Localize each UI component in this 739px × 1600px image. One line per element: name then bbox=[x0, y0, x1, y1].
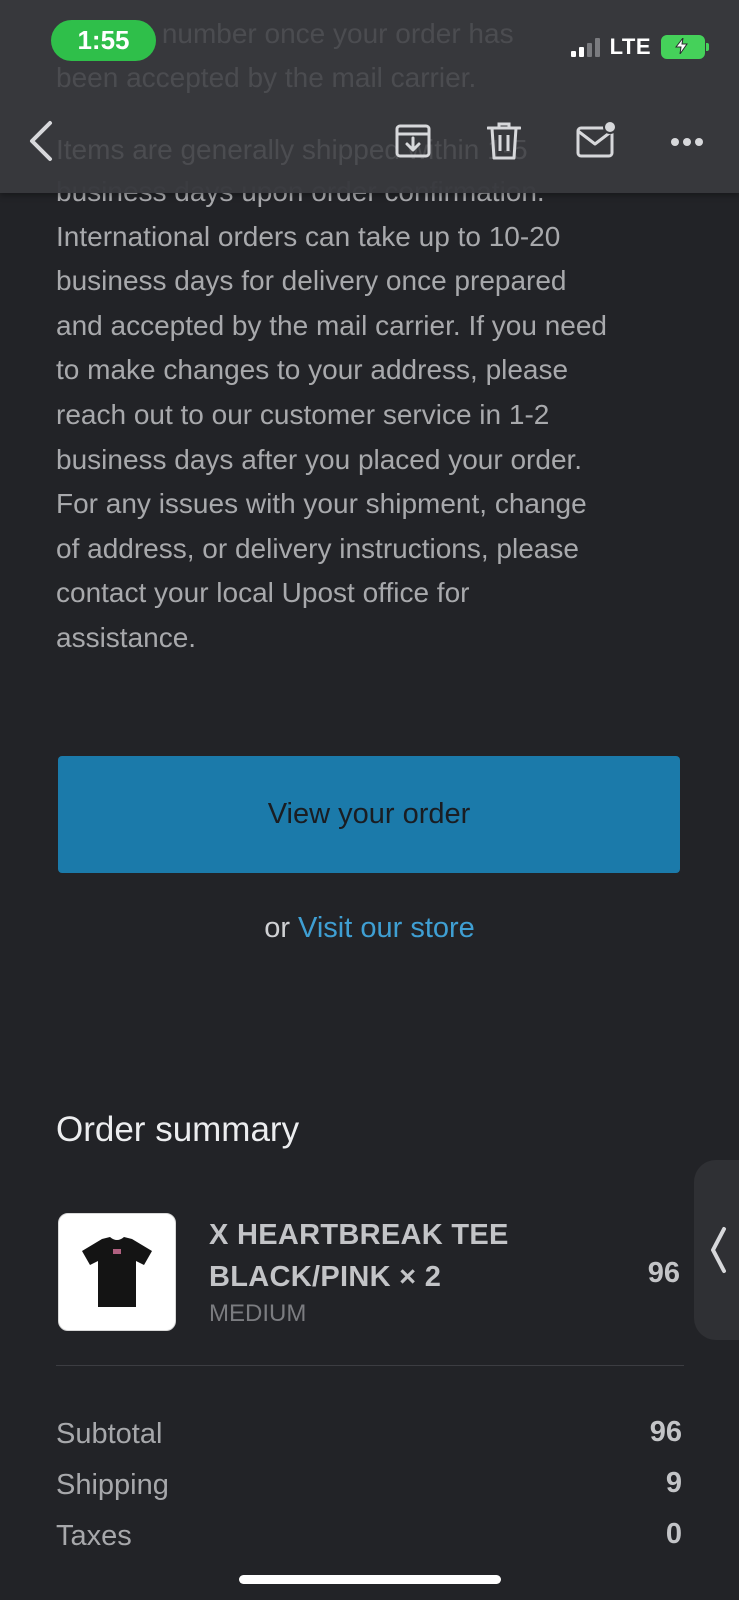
body-line: and accepted by the mail carrier. If you… bbox=[56, 309, 607, 341]
archive-icon[interactable] bbox=[395, 123, 431, 164]
body-line: business days for delivery once prepared bbox=[56, 265, 567, 297]
divider bbox=[56, 1365, 684, 1366]
subtotal-value: 96 bbox=[649, 1416, 682, 1448]
body-line: business days after you placed your orde… bbox=[56, 443, 583, 475]
product-name-line: BLACK/PINK × 2 bbox=[209, 1261, 442, 1293]
side-panel-handle[interactable] bbox=[694, 1160, 739, 1340]
mark-unread-icon[interactable] bbox=[576, 120, 618, 165]
order-summary-heading: Order summary bbox=[56, 1110, 300, 1149]
product-name-line: X HEARTBREAK TEE bbox=[209, 1219, 509, 1251]
battery-charging-icon bbox=[661, 35, 709, 59]
or-text: or bbox=[264, 912, 290, 944]
status-time: 1:55 bbox=[51, 20, 156, 61]
taxes-label: Taxes bbox=[56, 1520, 132, 1552]
top-navigation-bar: tracking number once your order has been… bbox=[0, 0, 739, 193]
network-type: LTE bbox=[609, 34, 651, 59]
body-line: assistance. bbox=[56, 621, 197, 653]
product-price: 96 bbox=[647, 1257, 680, 1289]
shipping-label: Shipping bbox=[56, 1469, 169, 1501]
status-indicators: LTE bbox=[570, 30, 709, 64]
visit-store-link[interactable]: Visit our store bbox=[298, 912, 475, 944]
body-line: For any issues with your shipment, chang… bbox=[56, 488, 587, 520]
body-line: International orders can take up to 10-2… bbox=[56, 220, 561, 252]
signal-strength-icon bbox=[570, 37, 600, 57]
shipping-info-text: business days upon order confirmation. I… bbox=[56, 170, 696, 661]
home-indicator[interactable] bbox=[239, 1575, 501, 1584]
view-order-button[interactable]: View your order bbox=[58, 756, 680, 873]
subtotal-label: Subtotal bbox=[56, 1418, 163, 1450]
body-line: reach out to our customer service in 1-2 bbox=[56, 398, 550, 430]
back-icon[interactable] bbox=[26, 120, 56, 167]
more-icon[interactable] bbox=[670, 134, 704, 152]
tshirt-icon bbox=[82, 1237, 152, 1307]
trash-icon[interactable] bbox=[486, 122, 522, 165]
product-name: X HEARTBREAK TEE BLACK/PINK × 2 bbox=[209, 1214, 539, 1298]
product-image bbox=[58, 1213, 176, 1331]
chevron-left-icon bbox=[711, 1227, 726, 1273]
body-line: to make changes to your address, please bbox=[56, 354, 569, 386]
shipping-value: 9 bbox=[665, 1467, 682, 1499]
body-line: of address, or delivery instructions, pl… bbox=[56, 532, 579, 564]
taxes-value: 0 bbox=[665, 1518, 682, 1550]
store-link-line: or Visit our store bbox=[0, 912, 739, 945]
product-variant: MEDIUM bbox=[209, 1300, 307, 1327]
body-line: contact your local Upost office for bbox=[56, 577, 470, 609]
